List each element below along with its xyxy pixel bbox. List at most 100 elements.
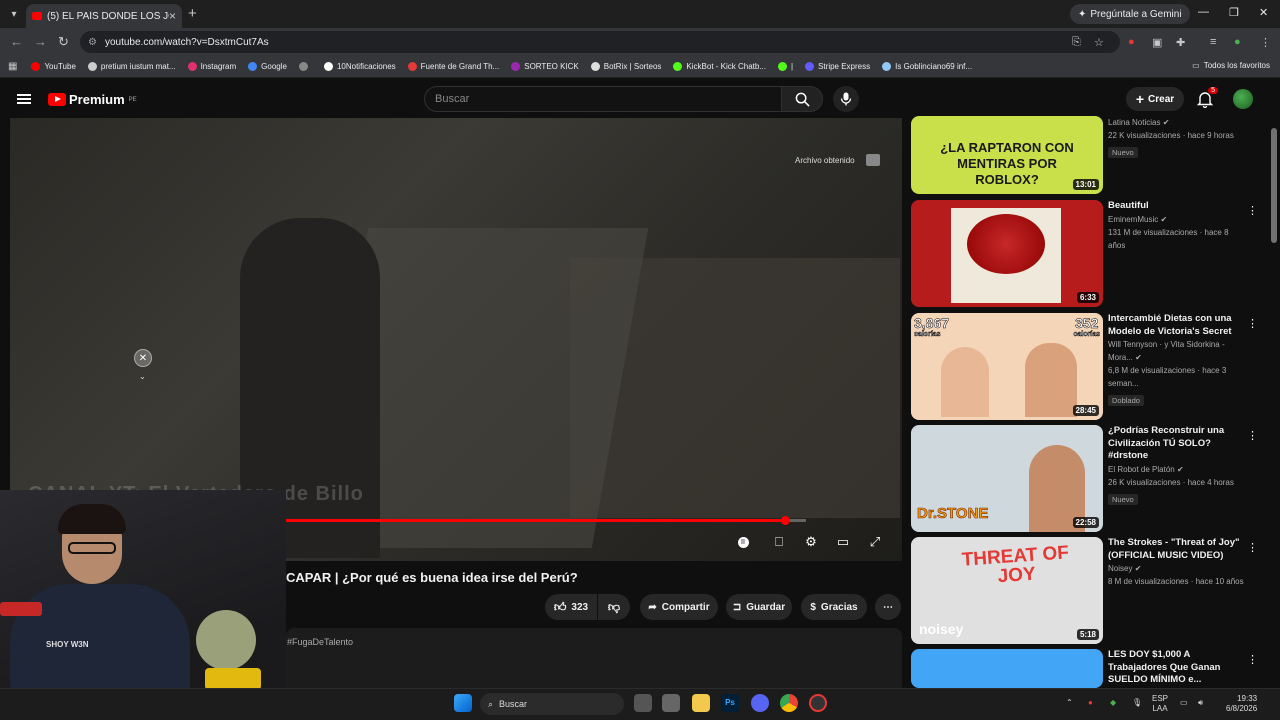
extension-icon[interactable]: ▣ [1152, 36, 1162, 49]
install-app-icon[interactable]: ⎘ [1072, 36, 1081, 49]
volume-icon[interactable]: 🔊︎ [1198, 698, 1203, 708]
address-bar[interactable]: ⚙ youtube.com/watch?v=DsxtmCut7As [80, 31, 1120, 53]
more-options-icon[interactable]: ⋮ [1247, 653, 1258, 666]
channel-name[interactable]: Will Tennyson · y Vita Sidorkina - Mora.… [1108, 338, 1248, 364]
channel-name[interactable]: Noisey ✔︎ [1108, 562, 1248, 575]
bookmark-item[interactable]: Google [248, 62, 287, 71]
video-progress-bar[interactable] [286, 516, 806, 525]
more-actions-icon[interactable]: ⋯ [875, 594, 901, 620]
profile-icon[interactable]: ● [1234, 36, 1241, 48]
autoplay-toggle-icon[interactable]: II [734, 534, 752, 550]
reload-icon[interactable]: ↻ [58, 34, 69, 50]
bookmark-item[interactable] [298, 62, 312, 71]
apps-grid-icon[interactable]: ▦ [8, 61, 17, 72]
bookmark-item[interactable]: pretium iustum mat... [87, 62, 176, 71]
clock[interactable]: 19:33 6/8/2026 [1226, 694, 1257, 714]
thanks-button[interactable]: $ Gracias [801, 594, 867, 620]
close-window-icon[interactable]: ✕ [1259, 6, 1268, 19]
network-icon[interactable]: ▭ [1180, 698, 1188, 708]
active-tab[interactable]: (5) EL PAÍS DONDE LOS JÓV × [26, 4, 182, 28]
obs-icon[interactable] [809, 694, 827, 712]
description-box[interactable] [286, 628, 902, 688]
search-button[interactable] [781, 86, 823, 112]
bookmark-item[interactable]: Is Goblinciano69 inf... [882, 62, 972, 71]
close-overlay-icon[interactable]: ✕ [134, 349, 152, 367]
more-options-icon[interactable]: ⋮ [1247, 541, 1258, 554]
extensions-puzzle-icon[interactable]: ✚ [1176, 36, 1185, 49]
windows-start-icon[interactable] [454, 694, 472, 712]
chrome-menu-icon[interactable]: ⋮ [1260, 36, 1271, 49]
channel-name[interactable]: El Robot de Platón ✔︎ [1108, 463, 1248, 476]
page-scrollbar[interactable] [1271, 118, 1277, 688]
tray-chevron-icon[interactable]: ⌃ [1066, 698, 1073, 708]
all-bookmarks[interactable]: ▭ Todos los favoritos [1192, 61, 1270, 70]
channel-name[interactable]: EminemMusic ✔︎ [1108, 213, 1248, 226]
video-title[interactable]: Beautiful [1108, 200, 1248, 213]
bookmark-item[interactable]: SORTEO KICK [511, 62, 579, 71]
task-view-icon[interactable] [634, 694, 652, 712]
chrome-icon[interactable] [780, 694, 798, 712]
bookmark-item[interactable]: 10Notificaciones [323, 62, 396, 71]
bookmark-item[interactable]: Stripe Express [805, 62, 870, 71]
dislike-button[interactable]: 👎︎ [598, 594, 630, 620]
video-thumbnail[interactable]: ¿LA RAPTARON CON MENTIRAS POR ROBLOX? 13… [911, 116, 1103, 194]
settings-gear-icon[interactable]: ⚙ [802, 534, 820, 550]
close-tab-icon[interactable]: × [169, 9, 176, 23]
gemini-button[interactable]: ✦ Pregúntale a Gemini [1070, 4, 1190, 24]
more-options-icon[interactable]: ⋮ [1247, 317, 1258, 330]
fullscreen-icon[interactable]: ⤢ [866, 534, 884, 550]
channel-name[interactable]: Latina Noticias ✔︎ [1108, 116, 1248, 129]
back-icon[interactable]: ← [10, 34, 23, 49]
video-thumbnail[interactable] [911, 649, 1103, 688]
chevron-down-icon[interactable]: ⌄ [139, 372, 146, 381]
video-thumbnail[interactable]: 6:33 [911, 200, 1103, 307]
bookmark-item[interactable]: Instagram [187, 62, 236, 71]
subtitles-icon[interactable]: ⎕ [770, 534, 788, 550]
video-title[interactable]: LES DOY $1,000 A Trabajadores Que Ganan … [1108, 649, 1248, 687]
extension-record-icon[interactable]: ● [1128, 36, 1135, 48]
youtube-premium-logo[interactable]: Premium PE [48, 92, 137, 107]
app-icon[interactable] [662, 694, 680, 712]
create-button[interactable]: + Crear [1126, 87, 1184, 111]
video-thumbnail[interactable]: Dr.STONE 22:58 [911, 425, 1103, 532]
tray-security-icon[interactable]: ◆ [1110, 698, 1116, 708]
bookmark-item[interactable]: BotRix | Sorteos [590, 62, 661, 71]
share-button[interactable]: ➦ Compartir [640, 594, 718, 620]
video-thumbnail[interactable]: 3,867 calorías 352 calorías 28:45 [911, 313, 1103, 420]
video-thumbnail[interactable]: THREAT OF JOY noisey 5:18 [911, 537, 1103, 644]
file-explorer-icon[interactable] [692, 694, 710, 712]
language-indicator[interactable]: ESP LAA [1152, 694, 1168, 714]
new-tab-icon[interactable]: + [188, 5, 197, 22]
scrollbar-thumb[interactable] [1271, 128, 1277, 243]
notifications-button[interactable]: 5 [1196, 87, 1218, 109]
voice-search-button[interactable] [833, 86, 859, 112]
hamburger-menu-icon[interactable] [17, 94, 31, 104]
more-options-icon[interactable]: ⋮ [1247, 429, 1258, 442]
theater-mode-icon[interactable]: ▭ [834, 534, 852, 550]
minimize-icon[interactable]: — [1198, 6, 1209, 18]
tray-app-icon[interactable]: ● [1088, 698, 1093, 708]
search-input[interactable]: Buscar [424, 86, 782, 112]
save-button[interactable]: ⊐ Guardar [726, 594, 792, 620]
video-title[interactable]: Intercambié Dietas con una Modelo de Vic… [1108, 313, 1248, 338]
taskbar-search[interactable]: ⌕ Buscar [480, 693, 624, 715]
video-title[interactable]: ¿Podrías Reconstruir una Civilización TÚ… [1108, 425, 1248, 463]
forward-icon[interactable]: → [34, 34, 47, 49]
bookmark-item[interactable]: | [778, 62, 793, 71]
tab-search-menu-icon[interactable]: ▾ [4, 4, 24, 24]
tray-mic-icon[interactable]: 🎙︎ [1132, 698, 1142, 708]
media-control-icon[interactable]: ≡ [1210, 36, 1216, 48]
bookmark-item[interactable]: Fuente de Grand Th... [407, 62, 499, 71]
bookmark-item[interactable]: YouTube [31, 62, 76, 71]
maximize-icon[interactable]: ❐ [1229, 6, 1239, 19]
site-info-icon[interactable]: ⚙ [88, 37, 97, 48]
bookmark-star-icon[interactable]: ☆ [1094, 36, 1104, 49]
photoshop-icon[interactable]: Ps [721, 694, 739, 712]
video-title[interactable]: The Strokes - "Threat of Joy" (OFFICIAL … [1108, 537, 1248, 562]
more-options-icon[interactable]: ⋮ [1247, 204, 1258, 217]
like-button[interactable]: 👍︎ 323 [545, 594, 597, 620]
hashtag-link[interactable]: #FugaDeTalento [287, 637, 353, 647]
bookmark-item[interactable]: KickBot - Kick Chatb... [673, 62, 766, 71]
account-avatar[interactable] [1233, 89, 1253, 109]
discord-icon[interactable] [751, 694, 769, 712]
